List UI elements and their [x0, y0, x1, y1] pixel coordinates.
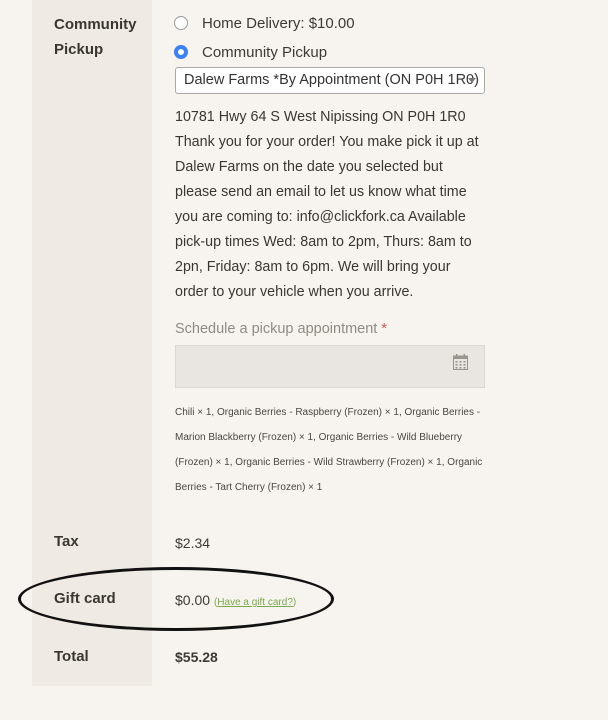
gift-card-label: Gift card	[54, 590, 116, 607]
pickup-description: 10781 Hwy 64 S West Nipissing ON P0H 1R0…	[175, 109, 479, 300]
home-delivery-option[interactable]: Home Delivery: $10.00	[174, 12, 355, 34]
community-pickup-option[interactable]: Community Pickup	[174, 41, 327, 63]
home-delivery-radio[interactable]	[174, 16, 188, 30]
calendar-icon[interactable]	[453, 354, 468, 370]
order-items-list: Chili × 1, Organic Berries - Raspberry (…	[175, 407, 483, 493]
community-pickup-label: Community Pickup	[202, 43, 328, 61]
have-gift-card-link[interactable]: Have a gift card?	[217, 597, 293, 608]
pickup-location-value: Dalew Farms *By Appointment (ON P0H 1R0)	[184, 72, 479, 88]
home-delivery-label: Home Delivery: $10.00	[202, 14, 355, 32]
required-marker: *	[381, 321, 388, 337]
paren-close: )	[292, 597, 297, 608]
gift-card-value: $0.00	[175, 592, 211, 608]
tax-value: $2.34	[175, 535, 211, 551]
gift-card-link-wrapper: (Have a gift card?)	[214, 597, 296, 608]
pickup-date-input[interactable]	[175, 345, 485, 388]
total-label: Total	[54, 648, 89, 665]
schedule-pickup-label: Schedule a pickup appointment *	[175, 321, 387, 337]
label-column	[32, 0, 152, 686]
schedule-pickup-label-text: Schedule a pickup appointment	[175, 321, 378, 337]
chevron-down-icon	[468, 78, 476, 83]
total-value: $55.28	[175, 649, 218, 665]
gift-card-value-row: $0.00 (Have a gift card?)	[175, 592, 296, 608]
community-pickup-radio[interactable]	[174, 45, 188, 59]
shipping-label: Community Pickup	[54, 16, 137, 58]
tax-label: Tax	[54, 533, 79, 550]
pickup-location-select[interactable]: Dalew Farms *By Appointment (ON P0H 1R0)	[175, 67, 485, 94]
